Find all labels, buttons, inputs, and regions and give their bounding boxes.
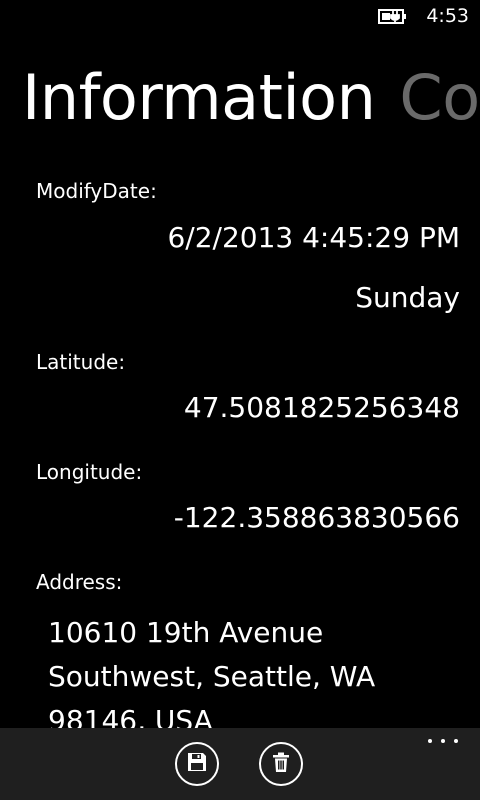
longitude-label: Longitude: bbox=[36, 460, 143, 484]
more-dot bbox=[428, 739, 432, 743]
more-dot bbox=[441, 739, 445, 743]
pivot-header: Information Co bbox=[22, 60, 480, 136]
application-bar bbox=[0, 728, 480, 800]
address-label: Address: bbox=[36, 570, 123, 594]
delete-button[interactable] bbox=[259, 742, 303, 786]
latitude-label: Latitude: bbox=[36, 350, 126, 374]
save-icon bbox=[186, 751, 208, 777]
latitude-value: 47.5081825256348 bbox=[183, 391, 460, 424]
pivot-item-next[interactable]: Co bbox=[399, 61, 480, 134]
modify-date-label: ModifyDate: bbox=[36, 179, 157, 203]
address-value: 10610 19th Avenue Southwest, Seattle, WA… bbox=[48, 616, 376, 728]
longitude-value: -122.358863830566 bbox=[173, 501, 460, 534]
save-button[interactable] bbox=[175, 742, 219, 786]
more-dot bbox=[454, 739, 458, 743]
modify-date-value: 6/2/2013 4:45:29 PM bbox=[167, 221, 460, 254]
weekday-value: Sunday bbox=[355, 281, 460, 314]
more-options-icon[interactable] bbox=[428, 736, 458, 746]
delete-icon bbox=[270, 751, 292, 777]
content-area: Information Co ModifyDate: 6/2/2013 4:45:… bbox=[0, 0, 480, 728]
pivot-item-information[interactable]: Information bbox=[22, 61, 376, 134]
